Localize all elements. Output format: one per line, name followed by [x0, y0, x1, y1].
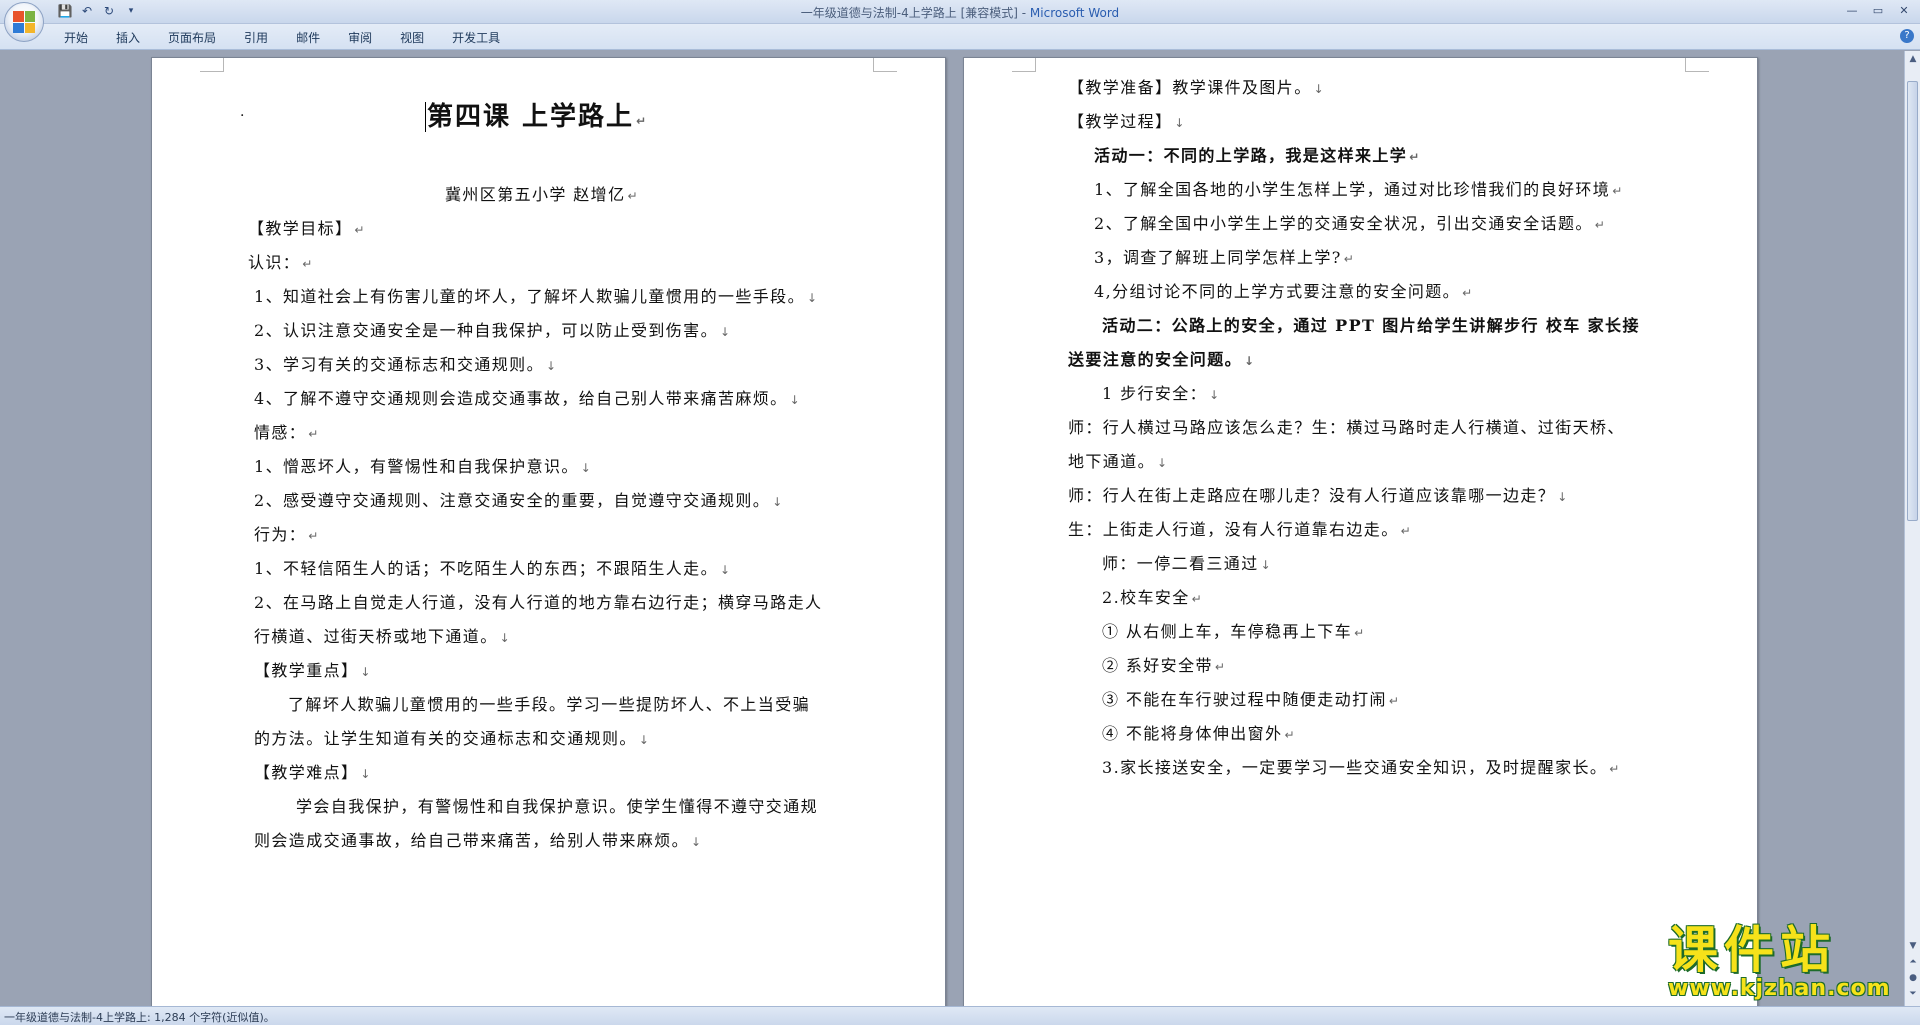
status-bar: 一年级道德与法制-4上学路上: 1,284 个字符(近似值)。 [0, 1006, 1920, 1025]
doc-line: 了解坏人欺骗儿童惯用的一些手段。学习一些提防坏人、不上当受骗 [288, 695, 811, 714]
status-text: 一年级道德与法制-4上学路上: 1,284 个字符(近似值)。 [4, 1011, 275, 1024]
doc-line: 地下通道。 ↓ [1068, 452, 1169, 471]
office-logo-icon [13, 11, 35, 33]
tab-references[interactable]: 引用 [230, 29, 282, 47]
document-title: 一年级道德与法制-4上学路上 [兼容模式] - [800, 6, 1030, 20]
doc-line: 师：行人在街上走路应在哪儿走？没有人行道应该靠哪一边走？ ↓ [1068, 486, 1569, 505]
help-icon[interactable]: ? [1900, 29, 1914, 43]
page-right[interactable]: 【教学准备】教学课件及图片。 ↓ 【教学过程】 ↓ 活动一：不同的上学路，我是这样来… [963, 57, 1758, 1006]
scrollbar-thumb[interactable] [1907, 81, 1918, 521]
doc-line: 2.校车安全 ↵ [1102, 588, 1204, 607]
doc-line: 活动一：不同的上学路，我是这样来上学 ↵ [1094, 146, 1421, 165]
doc-line: 【教学难点】 ↓ [254, 763, 372, 782]
doc-line: 1 步行安全： ↓ [1102, 384, 1221, 403]
doc-line: 【教学重点】 ↓ [254, 661, 372, 680]
doc-line: 3，调查了解班上同学怎样上学? ↵ [1094, 248, 1356, 267]
watermark-url: www.kjzhan.com [1668, 976, 1891, 1001]
doc-line: ③ 不能在车行驶过程中随便走动打闹 ↵ [1102, 690, 1401, 709]
tab-view[interactable]: 视图 [386, 29, 438, 47]
doc-line: 则会造成交通事故，给自己带来痛苦，给别人带来麻烦。 ↓ [254, 831, 703, 850]
doc-line: 3.家长接送安全，一定要学习一些交通安全知识，及时提醒家长。 ↵ [1102, 758, 1621, 777]
doc-line: 2、了解全国中小学生上学的交通安全状况，引出交通安全话题。 ↵ [1094, 214, 1607, 233]
document-area[interactable]: · 第四课 上学路上 ↵ 冀州区第五小学 赵增亿 ↵ 【教学目标】 ↵ 认识： ↵ 1、… [0, 51, 1904, 1006]
title-bar: 💾 ↶ ↻ ▾ 一年级道德与法制-4上学路上 [兼容模式] - Microsof… [0, 0, 1920, 24]
doc-line: 师：一停二看三通过 ↓ [1102, 554, 1273, 573]
maximize-button[interactable]: ▭ [1866, 2, 1890, 18]
lesson-title: 第四课 上学路上 ↵ [425, 102, 649, 132]
page-left[interactable]: · 第四课 上学路上 ↵ 冀州区第五小学 赵增亿 ↵ 【教学目标】 ↵ 认识： ↵ 1、… [151, 57, 946, 1006]
doc-line: 活动二：公路上的安全，通过 PPT 图片给学生讲解步行 校车 家长接 [1102, 316, 1640, 335]
tab-developer[interactable]: 开发工具 [438, 29, 514, 47]
doc-line: 行横道、过街天桥或地下通道。 ↓ [254, 627, 512, 646]
tab-review[interactable]: 审阅 [334, 29, 386, 47]
right-page-content: 【教学准备】教学课件及图片。 ↓ 【教学过程】 ↓ 活动一：不同的上学路，我是这样来… [964, 58, 1759, 1006]
doc-line: 学会自我保护，有警惕性和自我保护意识。使学生懂得不遵守交通规 [296, 797, 819, 816]
doc-line: 认识： ↵ [248, 253, 314, 272]
vertical-scrollbar[interactable]: ▲ ▼ ⏶ ● ⏷ [1904, 51, 1920, 1006]
doc-line: 【教学准备】教学课件及图片。 ↓ [1068, 78, 1326, 97]
site-watermark-logo: 课件站 www.kjzhan.com [1668, 924, 1908, 1004]
doc-line: 1、了解全国各地的小学生怎样上学，通过对比珍惜我们的良好环境 ↵ [1094, 180, 1624, 199]
tab-home[interactable]: 开始 [50, 29, 102, 47]
doc-line: 4、了解不遵守交通规则会造成交通事故，给自己别人带来痛苦麻烦。 ↓ [254, 389, 802, 408]
application-name: Microsoft Word [1029, 6, 1120, 20]
doc-line: 情感： ↵ [254, 423, 320, 442]
doc-line: 3、学习有关的交通标志和交通规则。 ↓ [254, 355, 558, 374]
tab-page-layout[interactable]: 页面布局 [154, 29, 230, 47]
minimize-button[interactable]: — [1840, 2, 1864, 18]
doc-line: 2、在马路上自觉走人行道，没有人行道的地方靠右边行走；横穿马路走人 [254, 593, 823, 612]
tab-mailings[interactable]: 邮件 [282, 29, 334, 47]
doc-line: 2、认识注意交通安全是一种自我保护，可以防止受到伤害。 ↓ [254, 321, 732, 340]
watermark-main-text: 课件站 [1668, 921, 1836, 979]
office-button[interactable] [4, 2, 44, 42]
tab-insert[interactable]: 插入 [102, 29, 154, 47]
window-title: 一年级道德与法制-4上学路上 [兼容模式] - Microsoft Word [0, 4, 1920, 21]
close-button[interactable]: ✕ [1892, 2, 1916, 18]
doc-line: 行为： ↵ [254, 525, 320, 544]
doc-line: 4,分组讨论不同的上学方式要注意的安全问题。 ↵ [1094, 282, 1474, 301]
doc-line: ② 系好安全带 ↵ [1102, 656, 1227, 675]
doc-line: 生：上街走人行道，没有人行道靠右边走。 ↵ [1068, 520, 1413, 539]
doc-line: ① 从右侧上车，车停稳再上下车 ↵ [1102, 622, 1366, 641]
doc-line: 【教学过程】 ↓ [1068, 112, 1186, 131]
doc-line: 的方法。让学生知道有关的交通标志和交通规则。 ↓ [254, 729, 651, 748]
doc-line: ④ 不能将身体伸出窗外 ↵ [1102, 724, 1296, 743]
left-page-content: · 第四课 上学路上 ↵ 冀州区第五小学 赵增亿 ↵ 【教学目标】 ↵ 认识： ↵ 1、… [152, 58, 947, 1006]
window-controls: — ▭ ✕ [1840, 2, 1916, 18]
author-line: 冀州区第五小学 赵增亿 ↵ [445, 185, 639, 204]
doc-line: 1、憎恶坏人，有警惕性和自我保护意识。 ↓ [254, 457, 593, 476]
scroll-up-icon[interactable]: ▲ [1905, 51, 1920, 67]
doc-line: 1、不轻信陌生人的话；不吃陌生人的东西；不跟陌生人走。 ↓ [254, 559, 732, 578]
doc-line: 送要注意的安全问题。 ↓ [1068, 350, 1256, 369]
doc-line: 【教学目标】 ↵ [248, 219, 366, 238]
bullet-dot: · [240, 108, 246, 124]
doc-line: 师：行人横过马路应该怎么走？生：横过马路时走人行横道、过街天桥、 [1068, 418, 1625, 437]
ribbon-tabs: 开始 插入 页面布局 引用 邮件 审阅 视图 开发工具 ? [0, 24, 1920, 50]
doc-line: 1、知道社会上有伤害儿童的坏人，了解坏人欺骗儿童惯用的一些手段。 ↓ [254, 287, 819, 306]
doc-line: 2、感受遵守交通规则、注意交通安全的重要，自觉遵守交通规则。 ↓ [254, 491, 784, 510]
